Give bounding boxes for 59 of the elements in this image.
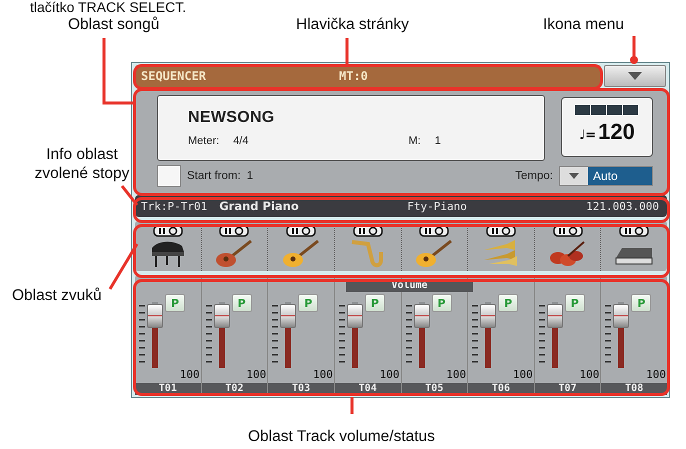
play-button[interactable]: P [165, 294, 185, 312]
track-id: Trk:P-Tr01 [141, 200, 208, 212]
measure-label: M: [408, 135, 421, 147]
start-from-checkbox[interactable] [157, 165, 181, 187]
guitar-icon[interactable] [414, 238, 454, 268]
tempo-value: 120 [598, 119, 635, 145]
scale-icon [605, 305, 612, 363]
menu-icon [628, 72, 642, 80]
leader-line [108, 243, 138, 290]
scale-icon [272, 305, 278, 363]
leader-line [350, 397, 354, 414]
scale-icon [206, 305, 212, 363]
scale-icon [406, 305, 412, 363]
play-button[interactable]: P [232, 294, 252, 312]
volume-value: 100 [380, 368, 400, 381]
menu-button[interactable] [604, 65, 666, 87]
scale-icon [338, 305, 345, 363]
leader-line [120, 185, 138, 206]
callout-label: Hlavička stránky [296, 16, 409, 35]
header-info: MT:0 [339, 69, 368, 83]
callout-label: Ikona menu [543, 16, 624, 35]
play-button[interactable]: P [364, 294, 385, 312]
volume-value: 100 [180, 368, 200, 381]
sound-name: Grand Piano [219, 199, 300, 213]
guitar-icon[interactable] [281, 238, 322, 268]
tempo-box[interactable]: ♩=120 [561, 97, 653, 157]
callout-label: Oblast Track volume/status [248, 428, 435, 447]
start-from-label: Start from: [187, 170, 241, 182]
page-heading: tlačítko TRACK SELECT. [30, 0, 186, 14]
scale-icon [538, 305, 545, 363]
volume-value: 100 [512, 368, 533, 381]
leader-line [102, 38, 134, 104]
scale-icon [139, 305, 145, 363]
beat-indicator-icon [575, 105, 639, 115]
play-button[interactable]: P [498, 294, 518, 312]
measure-value: 1 [434, 135, 441, 147]
callout-label: Info oblast zvolené stopy [34, 146, 130, 184]
volume-value: 100 [246, 368, 266, 381]
volume-value: 100 [446, 368, 466, 381]
leader-line [630, 36, 638, 64]
play-button[interactable]: P [432, 294, 452, 312]
caret-icon [569, 173, 579, 179]
header-title: SEQUENCER [141, 69, 208, 83]
song-position: 121.003.000 [586, 200, 659, 212]
volume-value: 100 [646, 368, 666, 381]
leader-line [346, 38, 348, 66]
sound-bank: Fty-Piano [407, 200, 468, 212]
meter-label: Meter: [188, 135, 220, 147]
volume-value: 100 [580, 368, 600, 381]
meter-value: 4/4 [233, 135, 248, 147]
volume-value: 100 [313, 368, 333, 381]
scale-icon [472, 305, 478, 363]
tempo-dropdown[interactable]: Auto [559, 166, 653, 186]
song-name: NEWSONG [188, 109, 276, 127]
tempo-prefix: ♩= [579, 128, 596, 143]
callout-label: Oblast zvuků [12, 287, 102, 306]
tempo-label: Tempo: [515, 170, 553, 182]
start-from-value: 1 [246, 170, 254, 182]
callout-label: Oblast songů [68, 16, 160, 35]
